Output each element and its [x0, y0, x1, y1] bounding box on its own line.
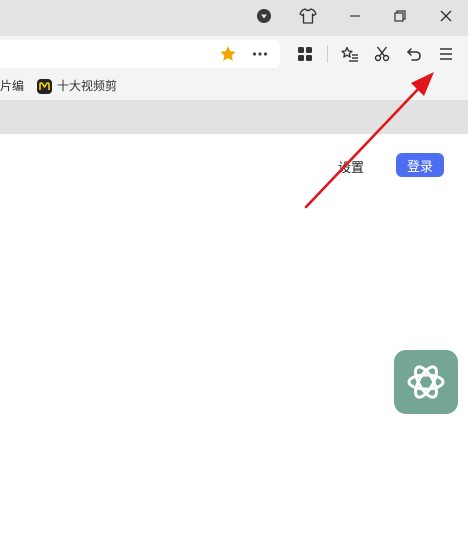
- page-content: 设置 登录: [0, 134, 468, 543]
- settings-link[interactable]: 设置: [338, 157, 364, 176]
- menu-icon[interactable]: [435, 44, 457, 64]
- close-icon[interactable]: [431, 2, 461, 30]
- page-header-strip: [0, 100, 468, 134]
- download-indicator-icon[interactable]: [249, 2, 279, 30]
- browser-window: 片编 十大视频剪 设置 登录: [0, 0, 468, 543]
- toolbar: [0, 36, 468, 72]
- minimize-icon[interactable]: [340, 2, 370, 30]
- bookmark-label: 片编: [0, 79, 25, 93]
- openai-logo-icon: [407, 365, 445, 399]
- more-dots-icon[interactable]: [249, 44, 271, 64]
- undo-icon[interactable]: [403, 44, 425, 64]
- bookmarks-bar: 片编 十大视频剪: [0, 72, 468, 100]
- restore-icon[interactable]: [385, 2, 415, 30]
- ai-assistant-widget[interactable]: [394, 350, 458, 414]
- apps-grid-icon[interactable]: [294, 44, 316, 64]
- title-bar: [0, 0, 468, 36]
- bookmark-item[interactable]: 十大视频剪: [37, 78, 117, 94]
- bookmark-favicon-icon: [37, 78, 52, 94]
- address-bar[interactable]: [0, 40, 280, 68]
- scissors-icon[interactable]: [371, 44, 393, 64]
- bookmark-star-icon[interactable]: [217, 44, 239, 64]
- skin-tshirt-icon[interactable]: [293, 2, 323, 30]
- login-button[interactable]: 登录: [396, 153, 444, 177]
- favorites-list-icon[interactable]: [339, 44, 361, 64]
- toolbar-separator: [327, 45, 328, 63]
- bookmark-label: 十大视频剪: [57, 79, 118, 93]
- bookmark-item[interactable]: 片编: [0, 78, 24, 94]
